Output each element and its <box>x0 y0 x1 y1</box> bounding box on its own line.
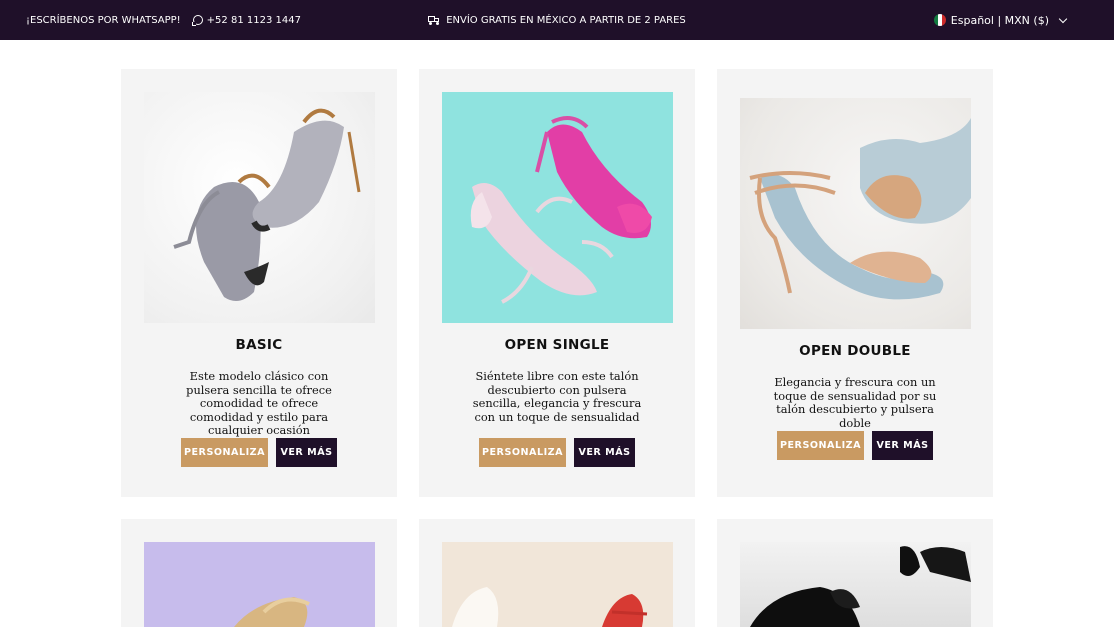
shoe-photo-row2-1 <box>234 597 310 627</box>
shoe-photo-row2-3 <box>750 546 971 627</box>
whatsapp-label[interactable]: ¡ESCRÍBENOS POR WHATSAPP! <box>26 15 181 26</box>
phone-number[interactable]: +52 81 1123 1447 <box>207 15 301 26</box>
locale-selector-label[interactable]: Español | MXN ($) <box>951 14 1049 27</box>
product-card-row2-3 <box>717 519 993 627</box>
whatsapp-icon <box>191 15 203 26</box>
product-card-open-double: OPEN DOUBLE Elegancia y frescura con un … <box>717 69 993 497</box>
personaliza-button[interactable]: PERSONALIZA <box>777 431 864 460</box>
personaliza-button[interactable]: PERSONALIZA <box>181 438 268 467</box>
mexico-flag-icon <box>933 14 946 26</box>
ver-mas-button[interactable]: VER MÁS <box>872 431 933 460</box>
product-card-row2-2 <box>419 519 695 627</box>
product-description: Siéntete libre con este talón descubiert… <box>472 369 642 424</box>
product-image-row2-3[interactable] <box>740 542 971 627</box>
shoe-photo-open-single <box>470 116 652 304</box>
personaliza-button[interactable]: PERSONALIZA <box>479 438 566 467</box>
top-announcement-bar: ¡ESCRÍBENOS POR WHATSAPP! +52 81 1123 14… <box>0 0 1114 40</box>
ver-mas-button[interactable]: VER MÁS <box>276 438 337 467</box>
product-description: Elegancia y frescura con un toque de sen… <box>773 375 937 430</box>
product-card-open-single: OPEN SINGLE Siéntete libre con este taló… <box>419 69 695 497</box>
shoe-photo-row2-2 <box>452 587 648 627</box>
product-title: BASIC <box>235 337 283 353</box>
product-image-row2-2[interactable] <box>442 542 673 627</box>
ver-mas-button[interactable]: VER MÁS <box>574 438 635 467</box>
product-description: Este modelo clásico con pulsera sencilla… <box>186 369 332 437</box>
product-title: OPEN DOUBLE <box>799 343 911 359</box>
product-card-basic: BASIC Este modelo clásico con pulsera se… <box>121 69 397 497</box>
product-image-open-single[interactable] <box>442 92 673 323</box>
truck-icon <box>428 16 440 25</box>
product-image-basic[interactable] <box>144 92 375 323</box>
shoe-photo-basic <box>173 108 361 301</box>
chevron-down-icon[interactable] <box>1058 14 1068 23</box>
product-image-row2-1[interactable] <box>144 542 375 627</box>
product-card-row2-1 <box>121 519 397 627</box>
product-image-open-double[interactable] <box>740 98 971 329</box>
locale-selector[interactable]: Español | MXN ($) <box>933 0 1068 40</box>
product-title: OPEN SINGLE <box>504 337 610 353</box>
shoe-photo-open-double <box>749 118 971 300</box>
whatsapp-contact[interactable]: ¡ESCRÍBENOS POR WHATSAPP! +52 81 1123 14… <box>26 0 301 40</box>
shipping-notice-text: ENVÍO GRATIS EN MÉXICO A PARTIR DE 2 PAR… <box>446 14 686 26</box>
